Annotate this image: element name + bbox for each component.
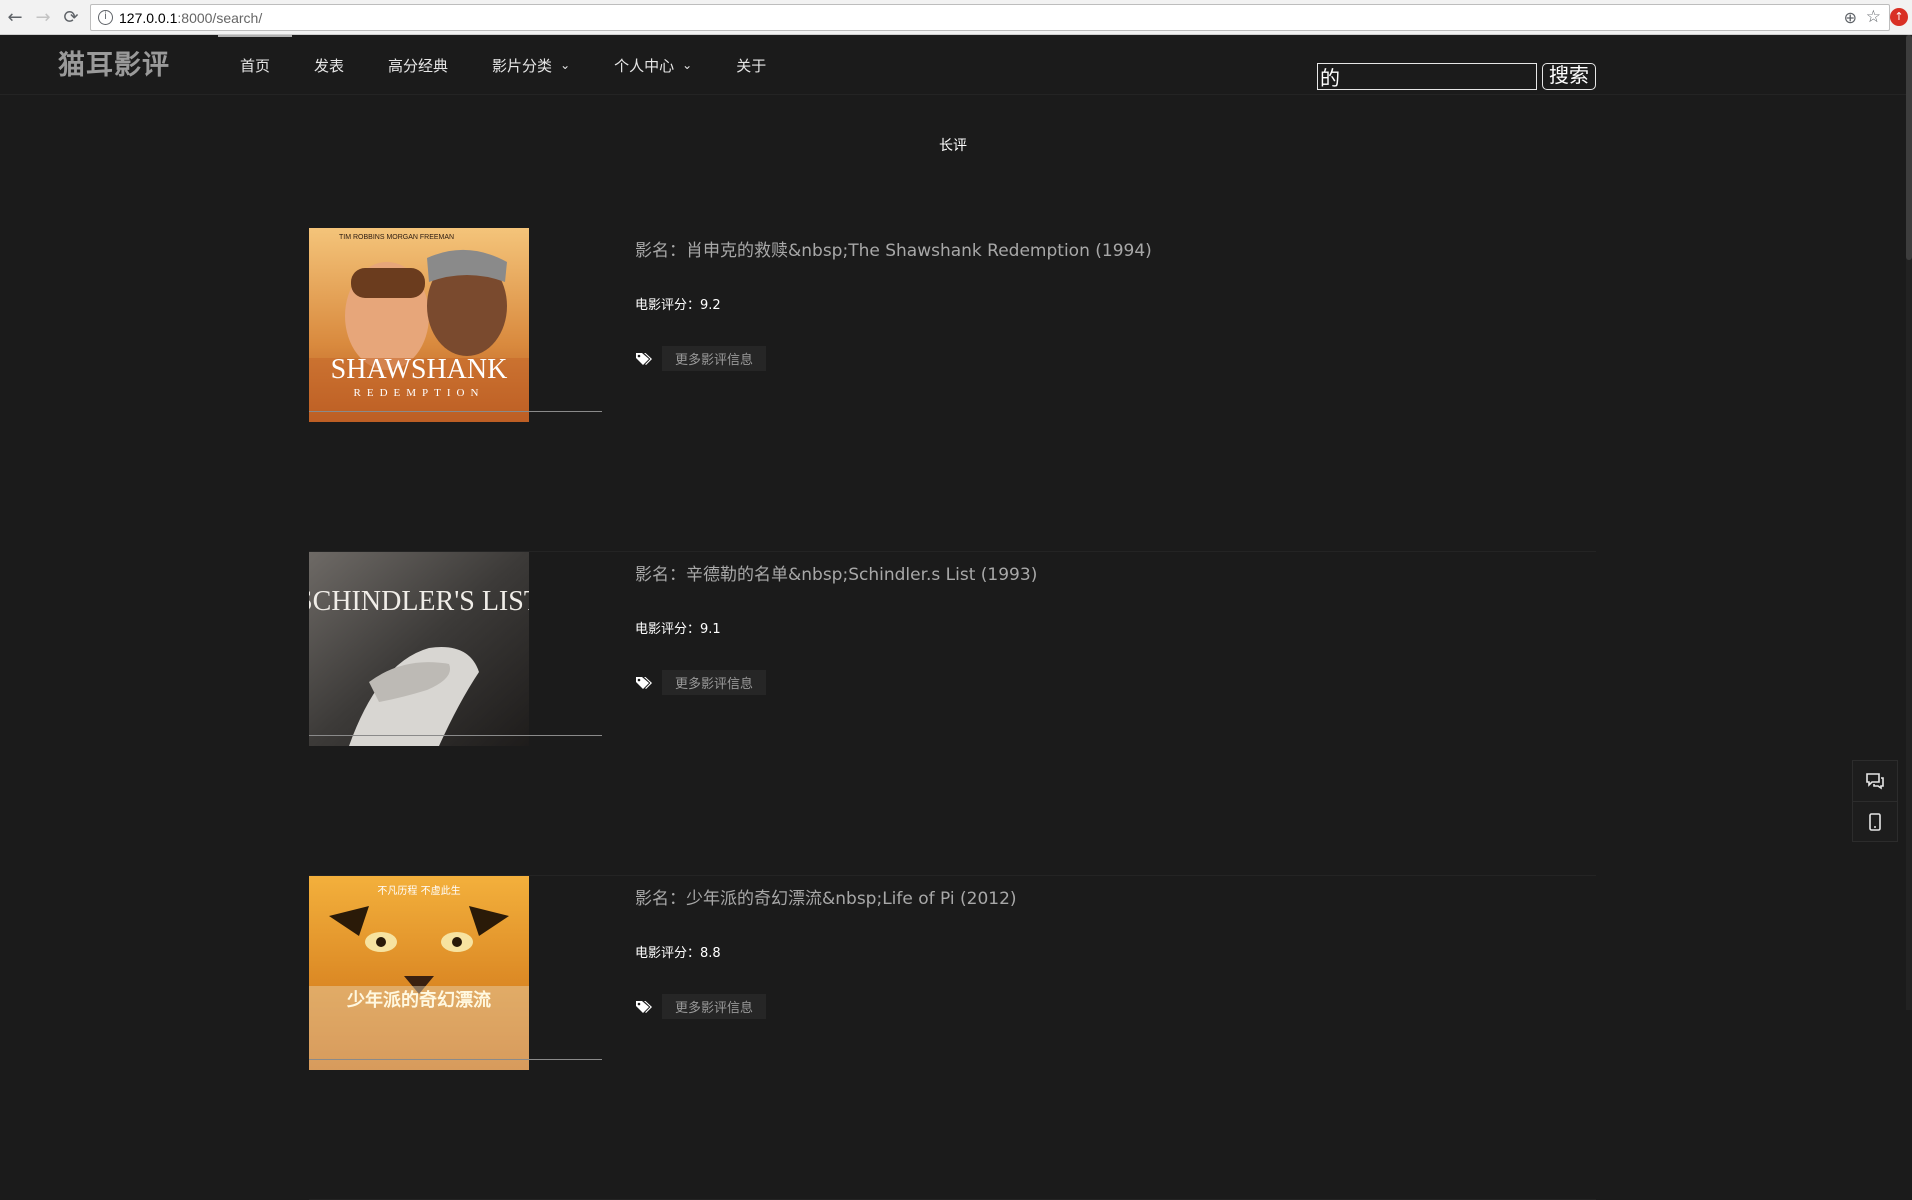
back-arrow-icon[interactable]: ← [4, 6, 26, 28]
more-reviews-link[interactable]: 更多影评信息 [662, 994, 767, 1019]
menu-item-about[interactable]: 关于 [714, 35, 788, 95]
url-host: 127.0.0.1 [119, 10, 178, 26]
mobile-icon[interactable] [1853, 801, 1897, 841]
menu-item-home[interactable]: 首页 [218, 35, 293, 95]
movie-score: 电影评分：8.8 [635, 946, 721, 961]
tags-icon [635, 676, 653, 690]
section-title: 长评 [939, 138, 967, 154]
poster-actors: TIM ROBBINS MORGAN FREEMAN [339, 234, 454, 241]
address-bar[interactable]: i 127.0.0.1:8000/search/ ⊕ ☆ [90, 4, 1890, 31]
poster-image: 不凡历程 不虚此生 少年派的奇幻漂流 [309, 876, 529, 1070]
more-reviews-link[interactable]: 更多影评信息 [662, 346, 767, 371]
tags-icon [635, 352, 653, 366]
movie-score: 电影评分：9.2 [635, 298, 721, 313]
chat-icon[interactable] [1853, 761, 1897, 801]
poster-title: SCHINDLER'S LIST [309, 586, 529, 617]
extension-icon[interactable]: ↑ [1890, 8, 1908, 26]
poster-wrap[interactable]: TIM ROBBINS MORGAN FREEMAN SHAWSHANK RED… [309, 228, 602, 422]
tags-icon [635, 1000, 653, 1014]
poster-tagline: 不凡历程 不虚此生 [377, 884, 460, 897]
menu-item-publish[interactable]: 发表 [292, 35, 366, 95]
movie-poster[interactable]: SCHINDLER'S LIST [309, 552, 529, 746]
more-reviews-link[interactable]: 更多影评信息 [662, 670, 767, 695]
menu-item-profile[interactable]: 个人中心 ⌄ [592, 35, 714, 95]
poster-title: 少年派的奇幻漂流 [346, 989, 491, 1011]
divider [309, 411, 602, 412]
movie-poster[interactable]: 不凡历程 不虚此生 少年派的奇幻漂流 [309, 876, 529, 1070]
menu-item-label: 高分经典 [388, 56, 449, 75]
poster-wrap[interactable]: 不凡历程 不虚此生 少年派的奇幻漂流 [309, 876, 602, 1070]
menu-item-classics[interactable]: 高分经典 [366, 35, 470, 95]
movie-title[interactable]: 影名：少年派的奇幻漂流&nbsp;Life of Pi (2012) [635, 884, 1017, 909]
info-icon[interactable]: i [98, 10, 113, 25]
movie-item: TIM ROBBINS MORGAN FREEMAN SHAWSHANK RED… [309, 228, 1596, 552]
float-panel [1852, 760, 1898, 842]
site-header: 猫耳影评 首页 发表 高分经典 影片分类 ⌄ 个人中心 ⌄ 关于 搜索 [0, 35, 1912, 95]
poster-image: TIM ROBBINS MORGAN FREEMAN SHAWSHANK RED… [309, 228, 529, 422]
poster-subtitle: REDEMPTION [354, 387, 485, 399]
divider [309, 1059, 602, 1060]
movie-score: 电影评分：9.1 [635, 622, 721, 637]
movie-tags: 更多影评信息 [635, 670, 767, 695]
poster-image: SCHINDLER'S LIST [309, 552, 529, 746]
movie-tags: 更多影评信息 [635, 346, 767, 371]
reload-icon[interactable]: ⟳ [60, 6, 82, 28]
url-path: :8000/search/ [177, 10, 263, 26]
main-menu: 首页 发表 高分经典 影片分类 ⌄ 个人中心 ⌄ 关于 [218, 35, 788, 95]
browser-toolbar: ← → ⟳ i 127.0.0.1:8000/search/ ⊕ ☆ ↑ [0, 0, 1912, 35]
movie-item: SCHINDLER'S LIST 影名：辛德勒的名单&nbsp;Schindle… [309, 552, 1596, 876]
movie-tags: 更多影评信息 [635, 994, 767, 1019]
star-icon[interactable]: ☆ [1866, 7, 1881, 27]
zoom-icon[interactable]: ⊕ [1844, 8, 1857, 27]
scrollbar-thumb[interactable] [1906, 35, 1912, 260]
url-text[interactable]: 127.0.0.1:8000/search/ [119, 10, 262, 26]
menu-item-label: 首页 [240, 56, 271, 75]
chevron-down-icon: ⌄ [560, 58, 571, 72]
menu-item-label: 个人中心 [614, 56, 675, 75]
movie-poster[interactable]: TIM ROBBINS MORGAN FREEMAN SHAWSHANK RED… [309, 228, 529, 422]
menu-item-label: 关于 [736, 56, 767, 75]
forward-arrow-icon[interactable]: → [32, 6, 54, 28]
movie-title[interactable]: 影名：肖申克的救赎&nbsp;The Shawshank Redemption … [635, 236, 1152, 261]
movie-item: 不凡历程 不虚此生 少年派的奇幻漂流 影名：少年派的奇幻漂流&nbsp;Life… [309, 876, 1596, 1200]
scrollbar[interactable] [1906, 35, 1912, 1010]
menu-item-label: 影片分类 [492, 56, 553, 75]
search-input[interactable] [1317, 63, 1537, 90]
movie-title[interactable]: 影名：辛德勒的名单&nbsp;Schindler.s List (1993) [635, 560, 1037, 585]
site-logo[interactable]: 猫耳影评 [58, 43, 170, 82]
search-button[interactable]: 搜索 [1542, 63, 1596, 90]
divider [309, 735, 602, 736]
poster-wrap[interactable]: SCHINDLER'S LIST [309, 552, 602, 746]
menu-item-categories[interactable]: 影片分类 ⌄ [470, 35, 592, 95]
menu-item-label: 发表 [314, 56, 345, 75]
chevron-down-icon: ⌄ [682, 58, 693, 72]
poster-title: SHAWSHANK [331, 354, 508, 385]
